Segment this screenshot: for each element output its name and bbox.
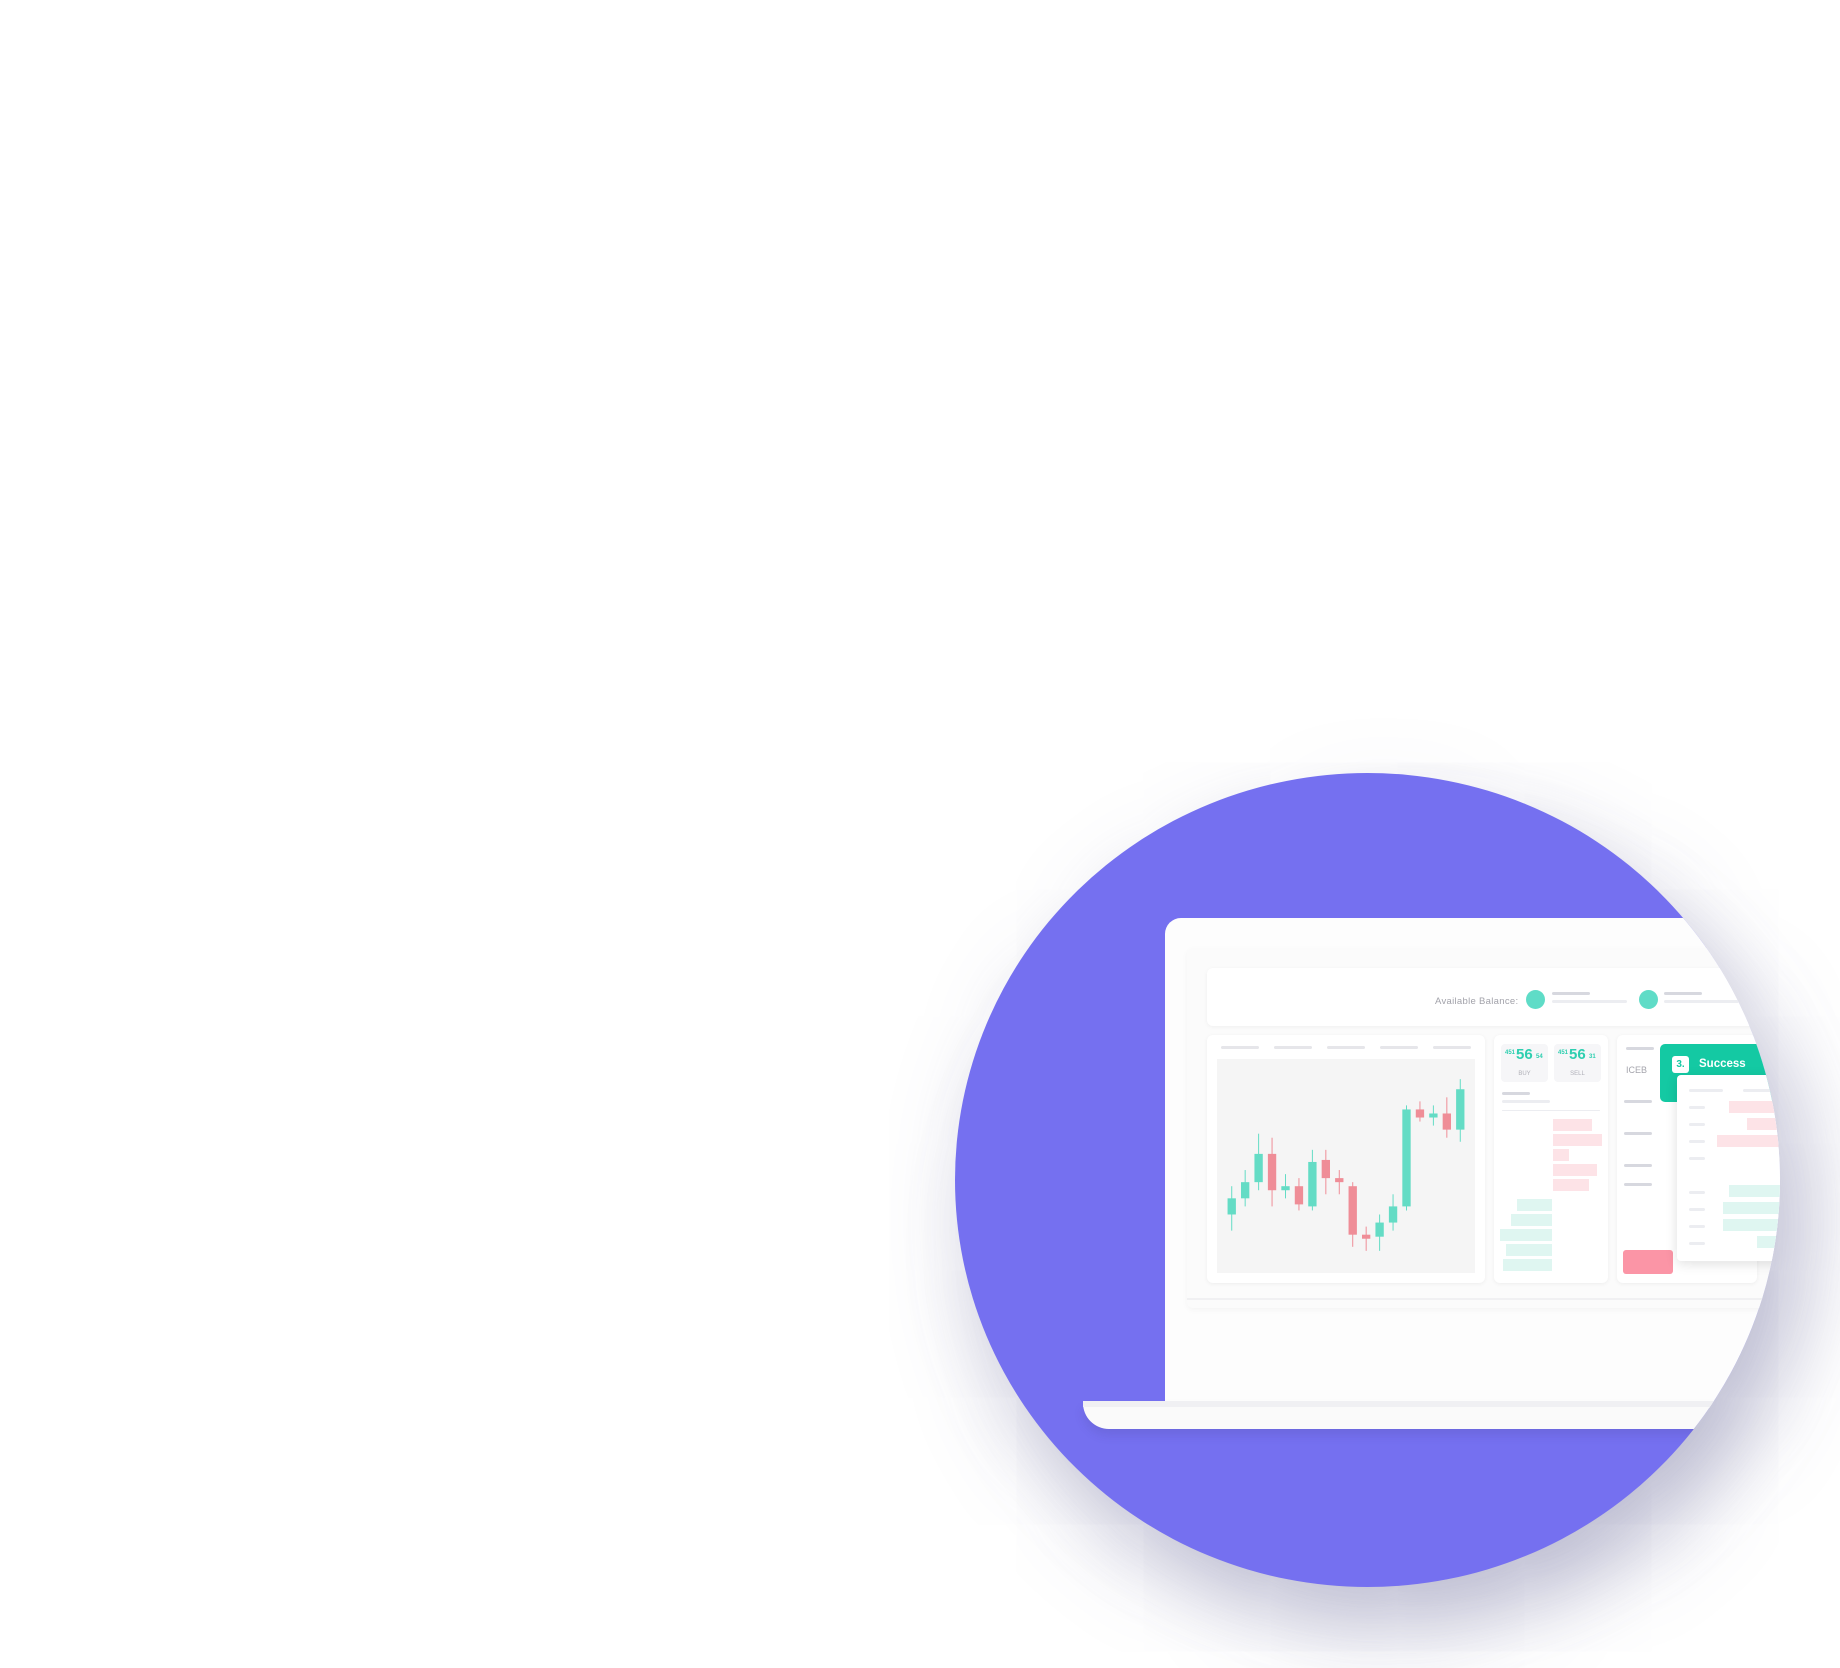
dropdown-line <box>1689 1089 1723 1092</box>
book-line <box>1502 1100 1550 1103</box>
candle-down <box>1321 1159 1331 1179</box>
buy-price-box[interactable]: 451 56 54 BUY <box>1501 1044 1548 1082</box>
candle-up <box>1254 1153 1263 1183</box>
candlestick-svg <box>1227 1079 1465 1251</box>
ask-bar <box>1553 1149 1569 1161</box>
laptop-illustration: Available Balance: 451 56 54 BUY 451 56 … <box>955 773 1780 1587</box>
laptop-hinge <box>1083 1401 1780 1407</box>
order-line <box>1624 1183 1652 1186</box>
bid-bar <box>1506 1244 1552 1256</box>
bid-bar <box>1729 1185 1780 1197</box>
candle-down <box>1294 1186 1304 1205</box>
balance-label: Available Balance: <box>1435 996 1519 1007</box>
ask-bar <box>1553 1179 1589 1191</box>
candle-up <box>1402 1109 1411 1207</box>
candle-up <box>1429 1113 1438 1118</box>
screen-divider <box>1187 1298 1780 1300</box>
dropdown-row-label <box>1689 1157 1705 1160</box>
candle-up <box>1388 1206 1398 1223</box>
dropdown-row-label <box>1689 1191 1705 1194</box>
chart-tab[interactable] <box>1327 1046 1365 1049</box>
ask-bar <box>1553 1164 1597 1176</box>
order-line <box>1626 1047 1654 1050</box>
balance-value-line <box>1664 992 1702 995</box>
coin-icon <box>1526 990 1545 1009</box>
step-icon: 3. <box>1672 1056 1689 1073</box>
dropdown-row-label <box>1689 1208 1705 1211</box>
candle-up <box>1456 1089 1465 1130</box>
buy-price-main: 56 <box>1516 1046 1533 1063</box>
ask-bar <box>1717 1135 1780 1147</box>
candle-down <box>1267 1153 1277 1191</box>
bid-bar <box>1511 1214 1552 1226</box>
sell-label: SELL <box>1570 1071 1585 1077</box>
order-line <box>1624 1100 1652 1103</box>
buy-price-suffix: 54 <box>1536 1054 1543 1060</box>
bid-bar <box>1723 1219 1780 1231</box>
balance-sub-line <box>1664 1000 1739 1003</box>
order-line <box>1624 1164 1652 1167</box>
chart-tab[interactable] <box>1221 1046 1259 1049</box>
candle-up <box>1240 1182 1250 1199</box>
candlestick-chart[interactable] <box>1217 1059 1475 1273</box>
ask-bar <box>1553 1134 1602 1146</box>
chart-panel <box>1207 1035 1485 1283</box>
bid-bar <box>1500 1229 1552 1241</box>
candle-up <box>1308 1161 1317 1207</box>
candle-up <box>1227 1198 1236 1215</box>
balance-value-line <box>1552 992 1590 995</box>
candle-down <box>1442 1113 1452 1130</box>
dropdown-row-label <box>1689 1123 1705 1126</box>
dropdown-row-label <box>1689 1242 1705 1245</box>
laptop-screen: Available Balance: 451 56 54 BUY 451 56 … <box>1165 918 1780 1408</box>
ask-bar <box>1729 1101 1780 1113</box>
chart-tab[interactable] <box>1433 1046 1471 1049</box>
success-text: Success <box>1699 1058 1746 1070</box>
bid-bar <box>1757 1236 1780 1248</box>
book-divider <box>1502 1110 1600 1111</box>
balance-sub-line <box>1552 1000 1627 1003</box>
chart-tab[interactable] <box>1274 1046 1312 1049</box>
sell-button[interactable] <box>1623 1250 1673 1274</box>
ask-bar <box>1553 1119 1592 1131</box>
sell-price-suffix: 31 <box>1589 1054 1596 1060</box>
candle-down <box>1361 1234 1371 1239</box>
dropdown-row-label <box>1689 1106 1705 1109</box>
sell-price-main: 56 <box>1569 1046 1586 1063</box>
buy-label: BUY <box>1518 1071 1531 1077</box>
candle-up <box>1281 1186 1290 1191</box>
bid-bar <box>1723 1202 1780 1214</box>
balance-bar: Available Balance: <box>1207 968 1780 1026</box>
bid-bar <box>1517 1199 1552 1211</box>
bid-bar <box>1503 1259 1552 1271</box>
book-line <box>1502 1092 1530 1095</box>
dropdown-line <box>1743 1089 1777 1092</box>
hero-circle: Available Balance: 451 56 54 BUY 451 56 … <box>955 773 1780 1587</box>
candle-up <box>1375 1222 1384 1237</box>
coin-icon <box>1639 990 1658 1009</box>
candle-down <box>1415 1109 1425 1118</box>
order-line <box>1624 1132 1652 1135</box>
candle-down <box>1348 1186 1357 1235</box>
order-dropdown[interactable] <box>1677 1075 1780 1261</box>
dropdown-row-label <box>1689 1140 1705 1143</box>
iceberg-label: ICEB <box>1626 1065 1648 1075</box>
buy-price-prefix: 451 <box>1505 1050 1516 1056</box>
sell-price-prefix: 451 <box>1558 1050 1569 1056</box>
sell-price-box[interactable]: 451 56 31 SELL <box>1554 1044 1601 1082</box>
ask-bar <box>1747 1118 1780 1130</box>
chart-tab[interactable] <box>1380 1046 1418 1049</box>
order-book-panel: 451 56 54 BUY 451 56 31 SELL <box>1494 1035 1608 1283</box>
dropdown-row-label <box>1689 1225 1705 1228</box>
candle-down <box>1335 1178 1344 1183</box>
